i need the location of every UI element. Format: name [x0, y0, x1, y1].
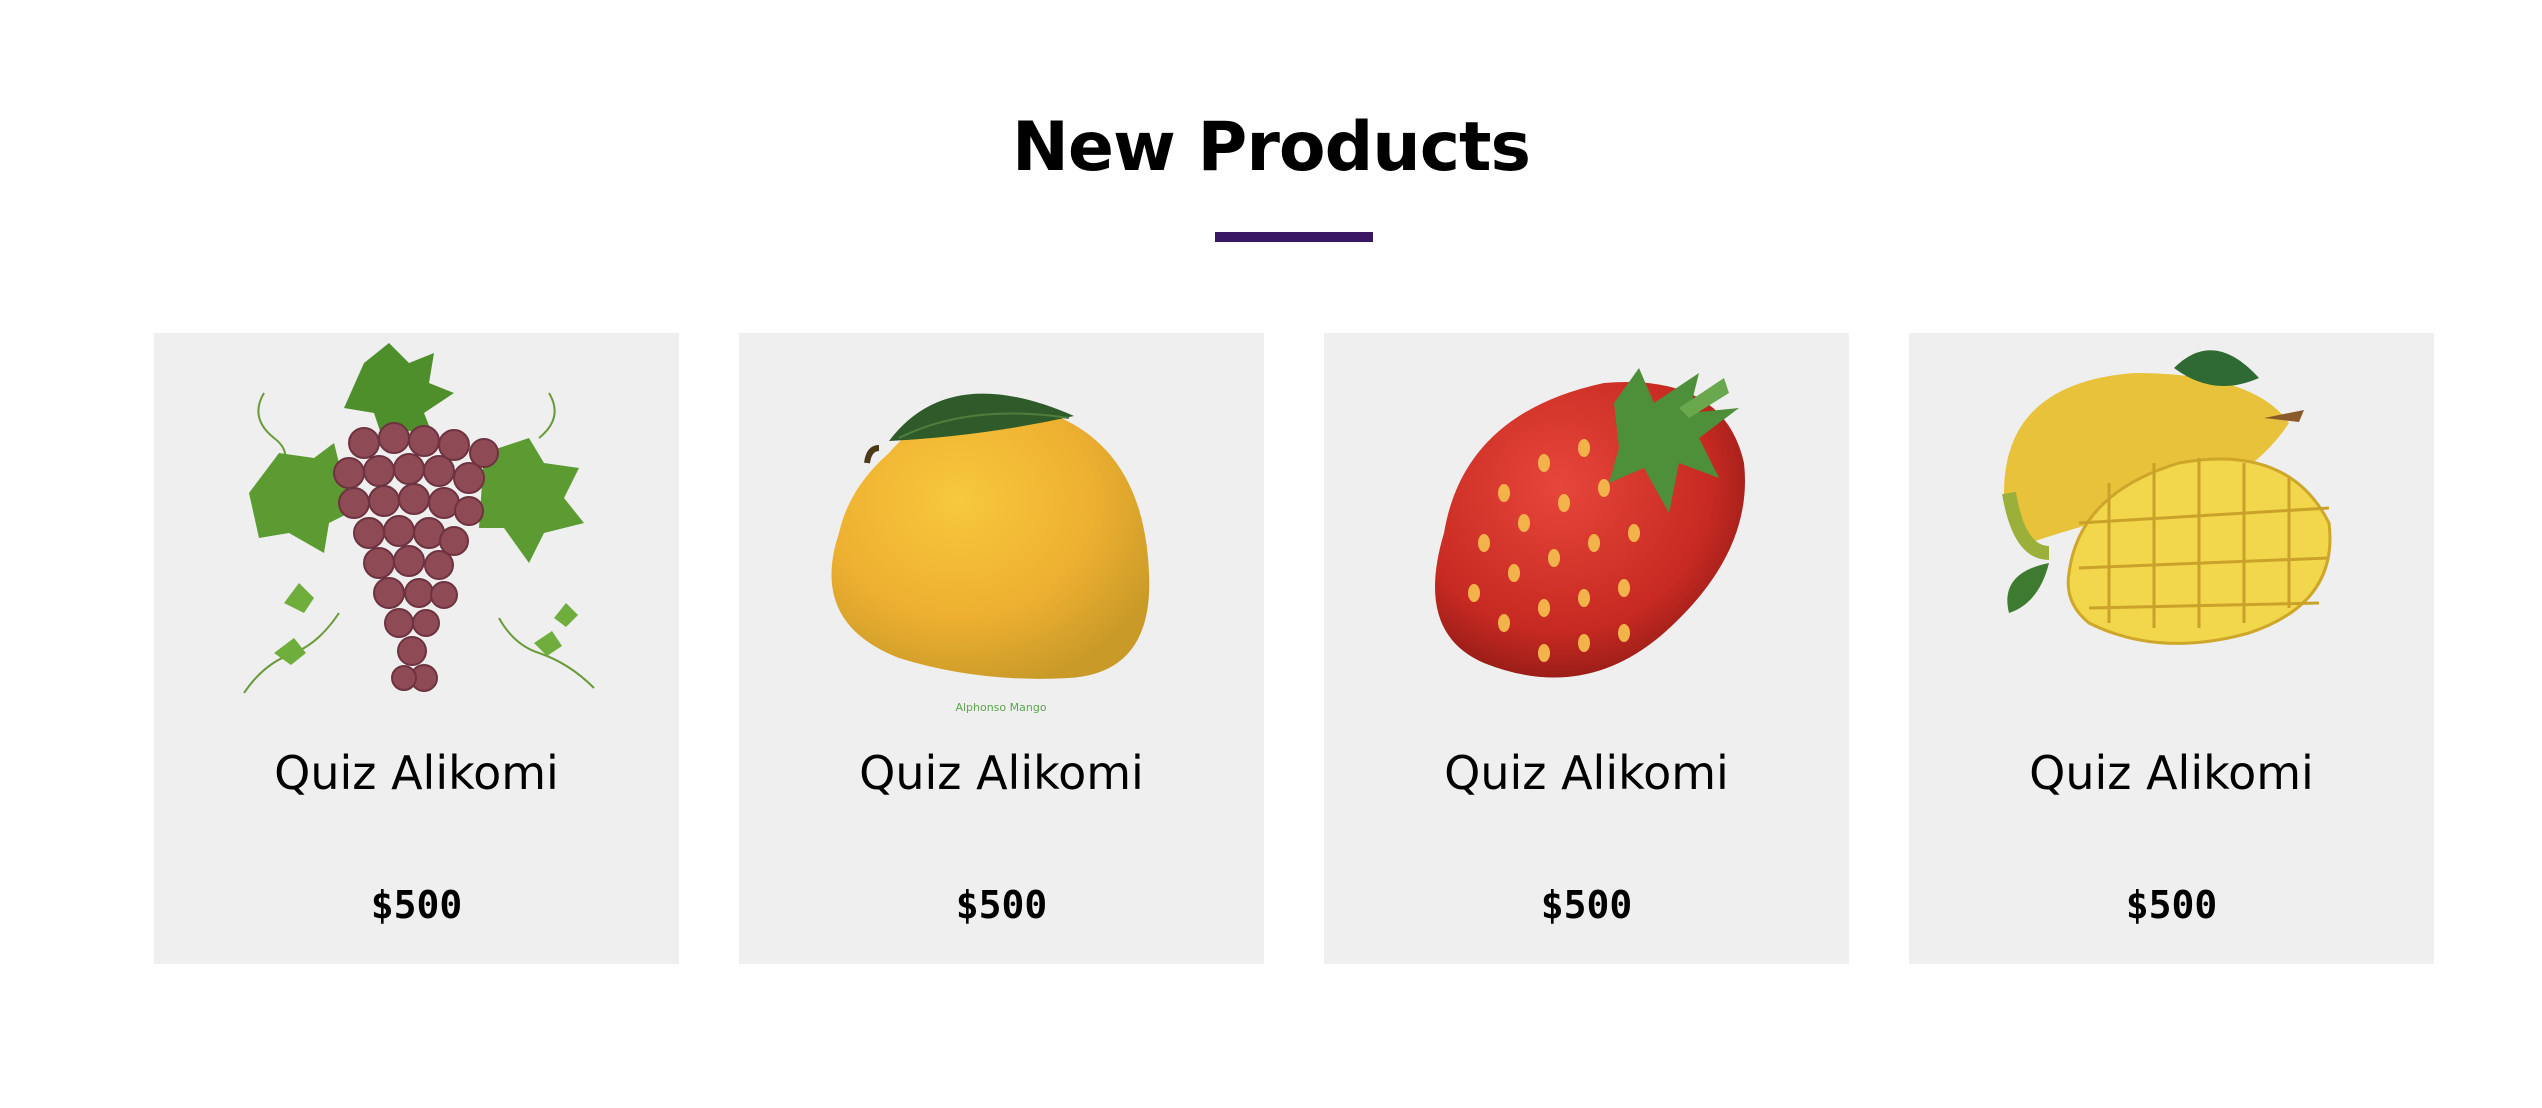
product-card[interactable]: Quiz Alikomi $500: [1324, 333, 1849, 964]
product-image[interactable]: [154, 333, 679, 723]
sliced-mango-icon: [2002, 350, 2332, 645]
product-image[interactable]: [1909, 333, 2434, 723]
product-price: $500: [2125, 883, 2218, 927]
product-name[interactable]: Quiz Alikomi: [739, 745, 1264, 801]
product-name[interactable]: Quiz Alikomi: [154, 745, 679, 801]
title-underline: [1215, 232, 1373, 242]
product-price: $500: [370, 883, 463, 927]
product-price: $500: [1540, 883, 1633, 927]
mango-caption: Alphonso Mango: [955, 701, 1046, 714]
product-card[interactable]: Quiz Alikomi $500: [154, 333, 679, 964]
product-price: $500: [955, 883, 1048, 927]
grapes-icon: [243, 343, 595, 694]
section-title: New Products: [1012, 108, 1531, 187]
product-name[interactable]: Quiz Alikomi: [1909, 745, 2434, 801]
strawberry-icon: [1435, 368, 1745, 678]
product-card[interactable]: Alphonso Mango Quiz Alikomi $500: [739, 333, 1264, 964]
product-card[interactable]: Quiz Alikomi $500: [1909, 333, 2434, 964]
mango-icon: Alphonso Mango: [831, 393, 1150, 714]
product-name[interactable]: Quiz Alikomi: [1324, 745, 1849, 801]
product-image[interactable]: [1324, 333, 1849, 723]
product-image[interactable]: Alphonso Mango: [739, 333, 1264, 723]
